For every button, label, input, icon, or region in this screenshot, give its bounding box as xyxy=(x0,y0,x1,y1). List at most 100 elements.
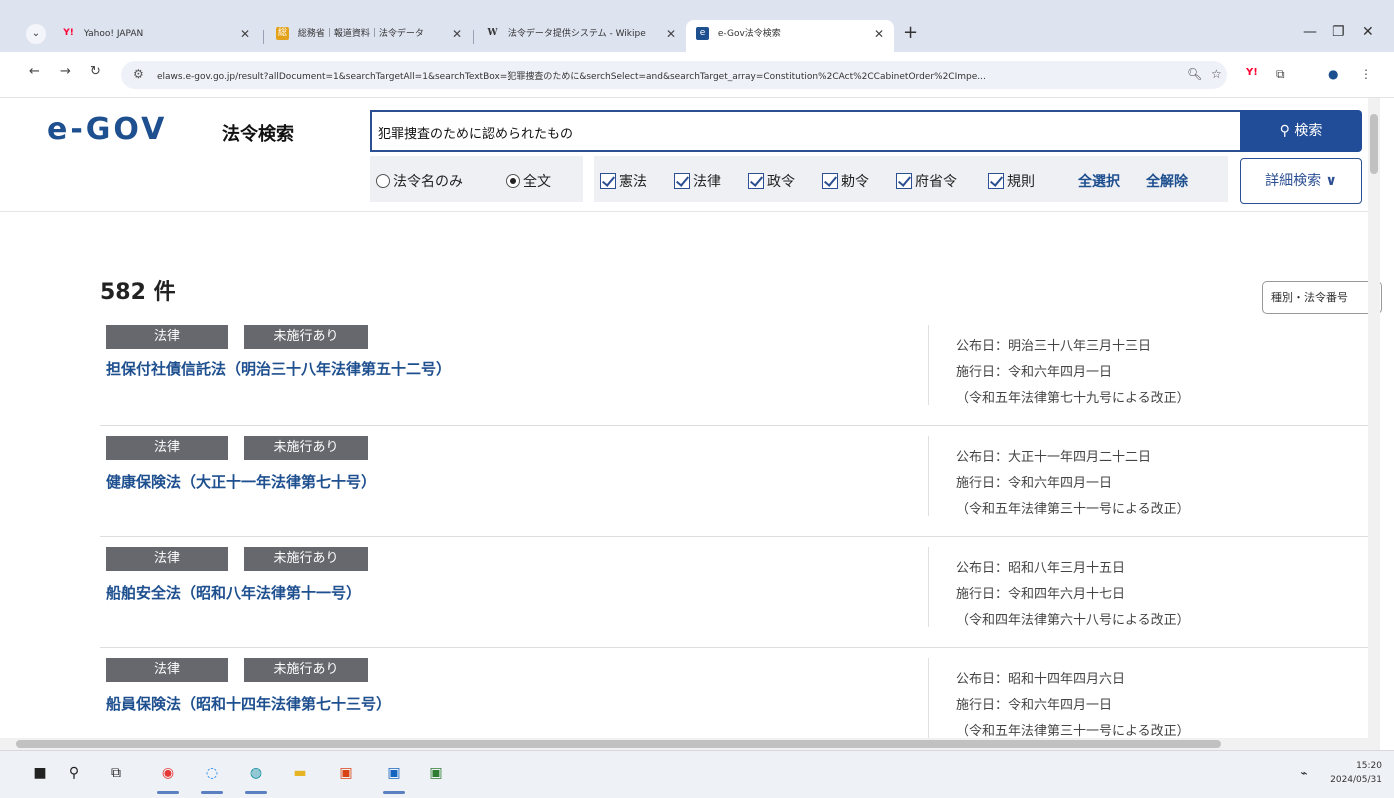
logo-subtitle: 法令検索 xyxy=(222,124,294,145)
search-input[interactable]: 犯罪捜査のために認められたもの xyxy=(370,110,1242,152)
search-button[interactable]: ⚲ 検索 xyxy=(1240,110,1362,152)
restore-icon[interactable]: ❐ xyxy=(1332,24,1345,40)
category-cabinet-order[interactable]: 政令 xyxy=(748,171,795,191)
address-bar: ← → ↻ ⚙ elaws.e-gov.go.jp/result?allDocu… xyxy=(0,52,1394,98)
system-clock[interactable]: 15:20 2024/05/31 xyxy=(1330,759,1382,787)
checkbox-icon[interactable] xyxy=(674,173,690,189)
status-badge: 未施行あり xyxy=(244,325,368,349)
scroll-thumb[interactable] xyxy=(16,740,1221,748)
reload-icon[interactable]: ↻ xyxy=(90,64,101,79)
select-all-button[interactable]: 全選択 xyxy=(1078,171,1120,191)
horizontal-scrollbar[interactable] xyxy=(0,738,1380,750)
clock-time: 15:20 xyxy=(1356,761,1382,771)
close-icon[interactable]: ✕ xyxy=(452,20,462,48)
checkbox-icon[interactable] xyxy=(988,173,1004,189)
scope-label: 全文 xyxy=(523,174,551,190)
search-icon[interactable]: ⚲ xyxy=(62,761,86,785)
category-label: 政令 xyxy=(767,174,795,190)
amendment-note: （令和五年法律第三十一号による改正） xyxy=(956,502,1190,517)
tab-title: e-Gov法令検索 xyxy=(717,29,781,39)
tab-title: 法令データ提供システム - Wikipe xyxy=(507,29,646,39)
yahoo-extension-icon[interactable]: Y! xyxy=(1246,67,1258,78)
scope-label: 法令名のみ xyxy=(393,174,463,190)
close-icon[interactable]: ✕ xyxy=(874,20,884,48)
chrome-icon[interactable]: ◉ xyxy=(156,761,180,785)
tab-egov[interactable]: e e-Gov法令検索 ✕ xyxy=(686,20,894,52)
extensions-icon[interactable]: ⧉ xyxy=(1276,67,1285,82)
profile-icon[interactable]: ● xyxy=(1328,67,1338,81)
category-label: 勅令 xyxy=(841,174,869,190)
active-indicator xyxy=(245,791,267,794)
result-item: 法律 未施行あり 船員保険法（昭和十四年法律第七十三号） 公布日：昭和十四年四月… xyxy=(100,647,1368,738)
category-label: 府省令 xyxy=(915,174,957,190)
detail-search-button[interactable]: 詳細検索 ∨ xyxy=(1240,158,1362,204)
category-ministerial-ordinance[interactable]: 府省令 xyxy=(896,171,957,191)
start-icon[interactable]: ■ xyxy=(28,761,52,785)
tab-title: 総務省｜報道資料｜法令データ xyxy=(297,29,424,39)
excel-icon[interactable]: ▣ xyxy=(424,761,448,785)
close-window-icon[interactable]: ✕ xyxy=(1362,24,1374,40)
omnibox[interactable]: ⚙ elaws.e-gov.go.jp/result?allDocument=1… xyxy=(121,61,1227,89)
category-constitution[interactable]: 憲法 xyxy=(600,171,647,191)
network-icon[interactable]: ⌁ xyxy=(1292,761,1316,785)
checkbox-icon[interactable] xyxy=(748,173,764,189)
back-icon[interactable]: ← xyxy=(29,64,40,79)
close-icon[interactable]: ✕ xyxy=(666,20,676,48)
site-settings-icon[interactable]: ⚙ xyxy=(133,67,144,81)
checkbox-icon[interactable] xyxy=(600,173,616,189)
egov-logo[interactable]: e-GOV xyxy=(47,112,167,147)
edge-icon[interactable]: ◍ xyxy=(244,761,268,785)
soumu-icon: 総 xyxy=(276,27,289,40)
law-type-badge: 法律 xyxy=(106,436,228,460)
wikipedia-icon: W xyxy=(487,28,498,38)
task-view-icon[interactable]: ⧉ xyxy=(104,761,128,785)
minimize-icon[interactable]: — xyxy=(1303,24,1317,40)
law-type-badge: 法律 xyxy=(106,658,228,682)
category-imperial-order[interactable]: 勅令 xyxy=(822,171,869,191)
clear-all-button[interactable]: 全解除 xyxy=(1146,171,1188,191)
amendment-note: （令和五年法律第三十一号による改正） xyxy=(956,724,1190,738)
tab-wikipedia[interactable]: W 法令データ提供システム - Wikipe ✕ xyxy=(476,20,686,52)
tab-search-icon[interactable]: ⌄ xyxy=(26,24,46,44)
category-label: 規則 xyxy=(1007,174,1035,190)
url-text[interactable]: elaws.e-gov.go.jp/result?allDocument=1&s… xyxy=(157,69,1163,82)
scroll-thumb[interactable] xyxy=(1370,114,1378,174)
category-rule[interactable]: 規則 xyxy=(988,171,1035,191)
tab-soumu[interactable]: 総 総務省｜報道資料｜法令データ ✕ xyxy=(266,20,472,52)
law-title-link[interactable]: 健康保険法（大正十一年法律第七十号） xyxy=(106,471,376,492)
sort-select[interactable]: 種別・法令番号 xyxy=(1262,281,1382,314)
browser-tab-bar: ⌄ Y! Yahoo! JAPAN ✕ 総 総務省｜報道資料｜法令データ ✕ W… xyxy=(0,0,1394,52)
active-indicator xyxy=(383,791,405,794)
law-title-link[interactable]: 担保付社債信託法（明治三十八年法律第五十二号） xyxy=(106,358,451,379)
menu-kebab-icon[interactable]: ⋮ xyxy=(1360,67,1372,81)
amendment-note: （令和五年法律第七十九号による改正） xyxy=(956,391,1190,406)
word-icon[interactable]: ▣ xyxy=(382,761,406,785)
forward-icon[interactable]: → xyxy=(60,64,71,79)
scope-options: 法令名のみ 全文 xyxy=(370,156,583,202)
file-explorer-icon[interactable]: ▬ xyxy=(288,761,312,785)
bookmark-star-icon[interactable]: ☆ xyxy=(1211,67,1222,81)
tab-yahoo[interactable]: Y! Yahoo! JAPAN ✕ xyxy=(52,20,260,52)
scope-full-text[interactable]: 全文 xyxy=(506,171,551,191)
vertical-scrollbar[interactable] xyxy=(1368,98,1380,742)
scope-name-only[interactable]: 法令名のみ xyxy=(376,171,463,191)
zoom-icon[interactable]: 🔍︎ xyxy=(1187,67,1202,81)
checkbox-icon[interactable] xyxy=(896,173,912,189)
divider xyxy=(928,658,929,738)
promulgation-date: 公布日：昭和十四年四月六日 xyxy=(956,672,1126,687)
category-label: 法律 xyxy=(693,174,721,190)
category-act[interactable]: 法律 xyxy=(674,171,721,191)
radio-icon[interactable] xyxy=(376,174,390,188)
status-badge: 未施行あり xyxy=(244,658,368,682)
effective-date: 施行日：令和六年四月一日 xyxy=(956,698,1113,713)
law-type-badge: 法律 xyxy=(106,325,228,349)
radio-selected-icon[interactable] xyxy=(506,174,520,188)
divider xyxy=(928,436,929,516)
new-tab-button[interactable]: + xyxy=(903,22,918,43)
checkbox-icon[interactable] xyxy=(822,173,838,189)
law-title-link[interactable]: 船員保険法（昭和十四年法律第七十三号） xyxy=(106,693,391,714)
law-title-link[interactable]: 船舶安全法（昭和八年法律第十一号） xyxy=(106,582,361,603)
powerpoint-icon[interactable]: ▣ xyxy=(334,761,358,785)
app-icon[interactable]: ◌ xyxy=(200,761,224,785)
close-icon[interactable]: ✕ xyxy=(240,20,250,48)
